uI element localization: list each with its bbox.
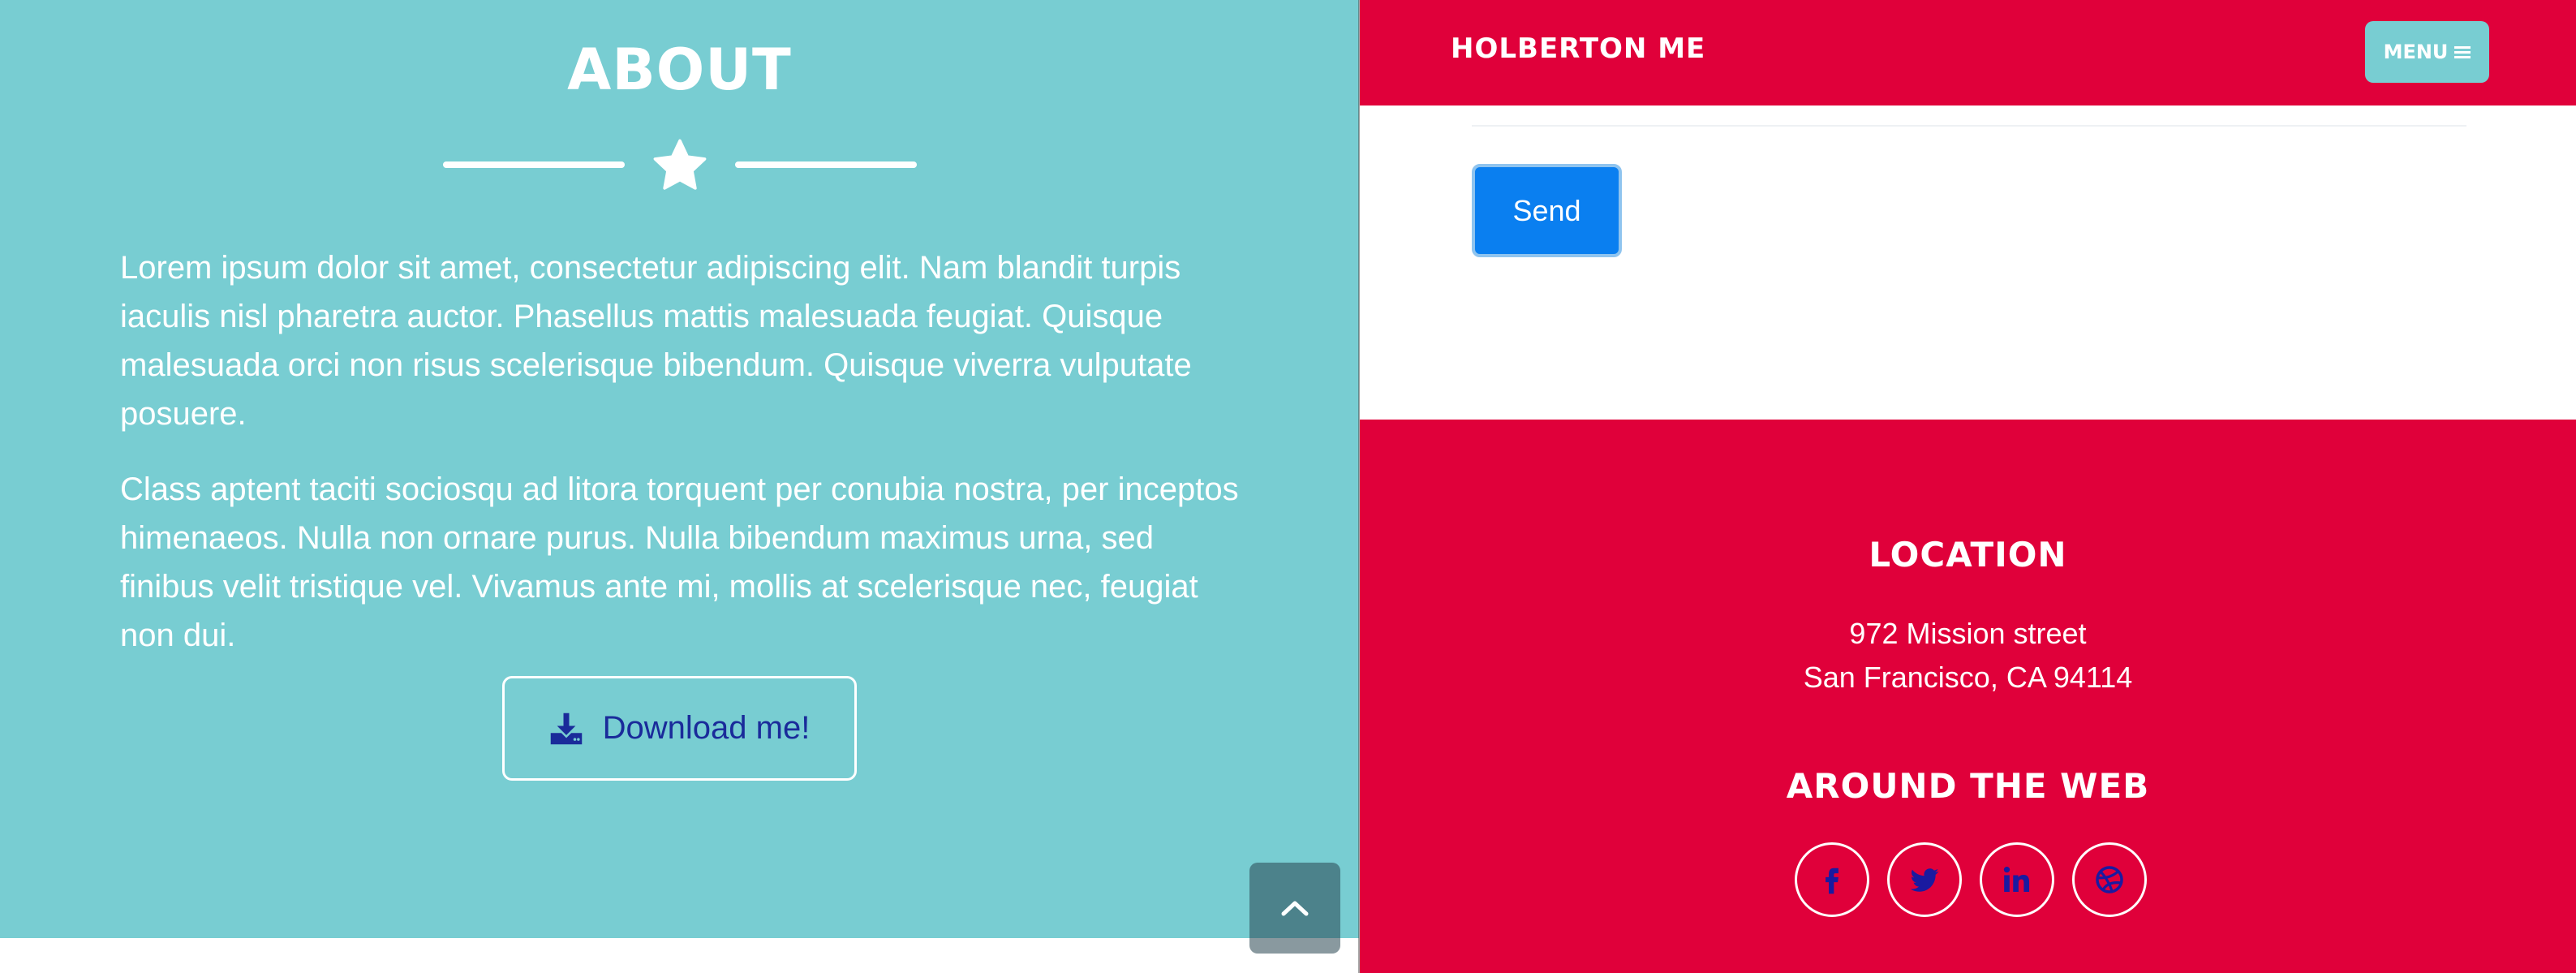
star-icon [653,139,707,190]
location-title: LOCATION [1869,535,2067,575]
facebook-icon [1826,868,1838,894]
divider-line-left [443,161,625,168]
chevron-up-icon [1281,901,1309,916]
contact-window: HOLBERTON ME MENU Send LOCATION 972 Miss… [1360,0,2576,973]
footer: LOCATION 972 Mission street San Francisc… [1360,420,2576,973]
hamburger-icon [2454,44,2471,61]
dribbble-button[interactable] [2072,842,2147,917]
brand-link[interactable]: HOLBERTON ME [1451,32,1705,65]
linkedin-button[interactable] [1980,842,2054,917]
around-the-web-title: AROUND THE WEB [1786,766,2150,806]
address-line-2: San Francisco, CA 94114 [1803,661,2133,694]
menu-button[interactable]: MENU [2365,21,2489,83]
facebook-button[interactable] [1795,842,1869,917]
download-button-label: Download me! [602,710,811,746]
download-icon [550,713,582,744]
about-paragraph-1: Lorem ipsum dolor sit amet, consectetur … [120,250,1192,432]
social-links [1795,842,2147,917]
divider-line-right [735,161,917,168]
send-button[interactable]: Send [1472,164,1622,257]
dribbble-icon [2096,866,2123,893]
about-paragraph-2: Class aptent taciti sociosqu ad litora t… [120,471,1239,653]
menu-label: MENU [2383,41,2449,63]
address-line-1: 972 Mission street [1849,617,2087,650]
linkedin-icon [2003,867,2030,893]
twitter-button[interactable] [1887,842,1962,917]
navbar: HOLBERTON ME MENU [1360,0,2576,105]
about-window: ABOUT Lorem ipsum dolor sit amet, consec… [0,0,1359,973]
about-title: ABOUT [567,37,792,103]
about-section: ABOUT Lorem ipsum dolor sit amet, consec… [0,0,1359,938]
twitter-icon [1910,868,1939,892]
download-button[interactable]: Download me! [502,676,857,781]
form-field-underline [1472,125,2466,127]
scroll-top-button-left[interactable] [1249,863,1340,954]
